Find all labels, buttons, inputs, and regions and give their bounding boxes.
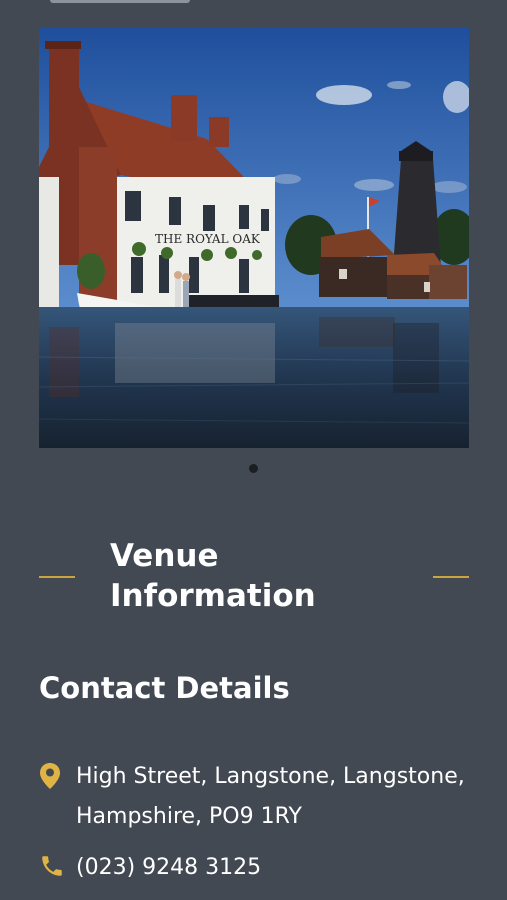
- heading-rule-left: [39, 576, 75, 578]
- venue-photo[interactable]: THE ROYAL OAK: [39, 27, 469, 448]
- gallery-pagination: [0, 464, 507, 474]
- heading-rule-right: [433, 576, 469, 578]
- phone-icon: [39, 848, 69, 879]
- venue-page: THE ROYAL OAK Venue Information Contact …: [0, 0, 507, 900]
- phone-row[interactable]: (023) 9248 3125: [39, 848, 479, 888]
- address-row[interactable]: High Street, Langstone, Langstone, Hamps…: [39, 757, 479, 837]
- contact-details-heading: Contact Details: [39, 671, 290, 705]
- venue-information-section: Venue Information: [0, 536, 507, 620]
- top-scroll-indicator: [50, 0, 190, 3]
- venue-information-heading: Venue Information: [110, 538, 316, 614]
- phone-number[interactable]: (023) 9248 3125: [76, 848, 261, 888]
- pub-sign-text: THE ROYAL OAK: [155, 232, 261, 246]
- map-pin-icon: [39, 757, 69, 790]
- address-text: High Street, Langstone, Langstone, Hamps…: [76, 764, 465, 829]
- pagination-dot-active[interactable]: [249, 464, 258, 473]
- venue-photo-image: THE ROYAL OAK: [39, 27, 469, 448]
